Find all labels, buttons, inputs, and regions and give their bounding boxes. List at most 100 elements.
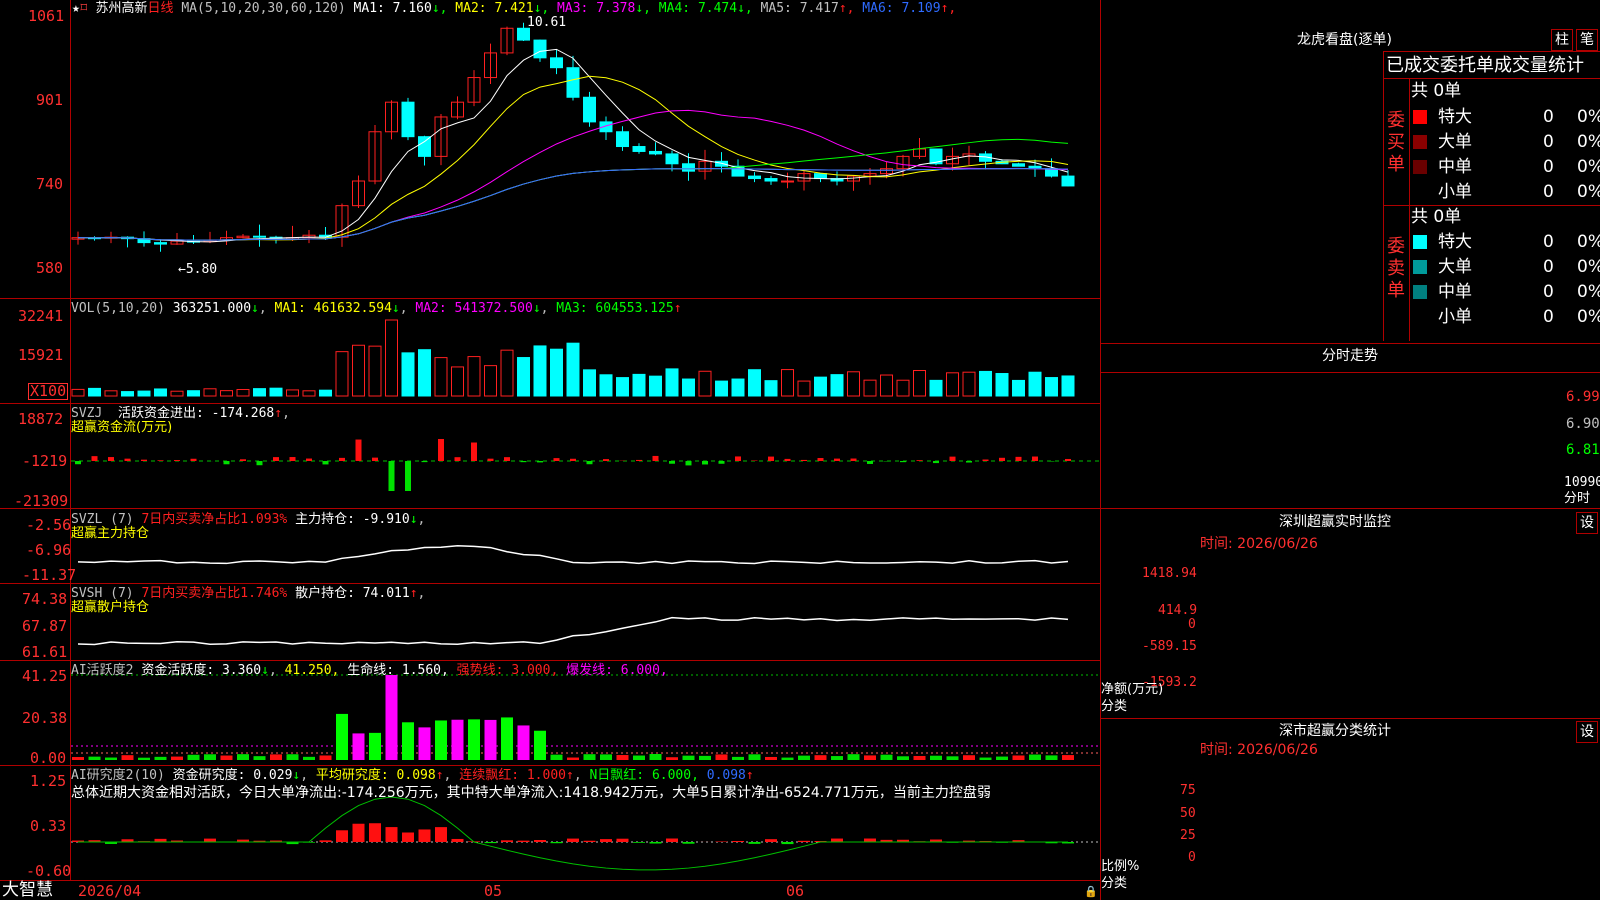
ai1-bar: [666, 757, 678, 760]
buy-row-count: 0: [1543, 107, 1554, 127]
candle-body: [764, 178, 778, 182]
sell-row-pct: 0%: [1577, 307, 1600, 327]
volume-bar: [335, 351, 349, 397]
svzj-bar: [372, 457, 378, 461]
svzj-bar: [91, 456, 98, 461]
ai1-bar: [781, 757, 794, 760]
ai1-bar: [1045, 755, 1058, 760]
ai2-bar: [435, 827, 447, 842]
lock-icon[interactable]: 🔒: [1084, 884, 1098, 899]
ai1-bar: [732, 756, 744, 760]
stat-tick-4: 0: [1188, 850, 1196, 865]
sell-row-count: 0: [1543, 257, 1554, 277]
volume-bar: [451, 366, 464, 397]
buy-row-count: 0: [1543, 182, 1554, 202]
ai1-bar: [88, 756, 101, 760]
ma-arrow-6: ↑,: [940, 1, 957, 16]
svzj-bar: [421, 461, 428, 463]
buy-row-count: 0: [1543, 132, 1554, 152]
svzj-bar: [355, 439, 362, 461]
candle-body: [550, 57, 563, 69]
volume-bar: [599, 374, 613, 397]
stat-tick-1: 75: [1180, 783, 1196, 798]
ai1-bar: [303, 756, 315, 760]
volume-bar: [995, 373, 1009, 397]
order-table-title: 已成交委托单成交量统计: [1386, 55, 1584, 76]
candle-body: [253, 235, 266, 238]
volume-bar: [71, 388, 85, 397]
svzj-bar: [157, 460, 164, 461]
svzj-bar: [834, 458, 840, 461]
buy-swatch-4: [1413, 185, 1427, 199]
volume-bar: [418, 349, 431, 397]
ai2-bar: [715, 841, 728, 842]
svzj-bar: [570, 458, 576, 461]
svzj-bar: [817, 458, 824, 461]
tick-mode-button[interactable]: 笔: [1576, 29, 1598, 51]
price-tick-1: 1061: [28, 7, 65, 25]
ai2-bar: [864, 838, 876, 842]
buy-row-pct: 0%: [1577, 107, 1600, 127]
svzj-bar: [900, 461, 906, 463]
ai1-bar: [484, 719, 497, 760]
ai1-bar: [963, 755, 975, 760]
volume-bar: [1045, 377, 1058, 397]
volume-bar: [203, 388, 217, 397]
volume-bar: [187, 390, 200, 397]
buy-row-name: 小单: [1438, 182, 1472, 202]
ai2-bar: [550, 842, 563, 844]
ma-arrow-5: ↑,: [838, 1, 855, 16]
ai2-bar: [666, 838, 678, 842]
buy-row-pct: 0%: [1577, 157, 1600, 177]
ai1-bar: [171, 756, 183, 760]
svzj-bar: [174, 460, 180, 461]
ai1-header: AI活跃度2 资金活跃度: 3.360↓, 41.250, 生命线: 1.560…: [71, 663, 668, 678]
ma-value-5: MA5: 7.417: [752, 1, 839, 16]
ai1-bar: [633, 755, 645, 760]
svzj-bar: [504, 457, 510, 461]
stat-settings-button[interactable]: 设: [1576, 721, 1598, 743]
svzj-sub: 超赢资金流(万元): [71, 420, 173, 435]
volume-bar: [533, 345, 547, 397]
ai1-bar: [996, 756, 1008, 760]
ai1-bar: [682, 755, 695, 760]
ai1-bar: [385, 675, 398, 760]
volume-bar: [847, 371, 860, 397]
svzj-bar: [685, 461, 692, 466]
candle-body: [1012, 163, 1025, 167]
ai1-bar: [814, 755, 827, 760]
volume-bar: [863, 379, 877, 397]
volume-bar: [220, 390, 233, 397]
volume-bar: [104, 390, 118, 397]
volume-bar: [368, 345, 382, 397]
ai1-bar: [600, 754, 612, 760]
period-label[interactable]: 日线: [148, 1, 174, 16]
table-line-1: [1383, 78, 1600, 79]
ai2-bar: [369, 823, 381, 842]
volume-bar: [1061, 375, 1075, 397]
svzj-bar: [124, 458, 131, 461]
svzj-bar: [108, 457, 114, 461]
monitor-time: 时间: 2026/06/26: [1200, 536, 1318, 552]
stock-name[interactable]: 苏州高新: [95, 1, 147, 16]
ai1-bar: [336, 713, 348, 760]
svzj-bar: [982, 459, 989, 461]
svsh-tick-2: 67.87: [22, 617, 68, 635]
monitor-settings-button[interactable]: 设: [1576, 512, 1598, 534]
ai1-bar: [121, 755, 134, 760]
fenshi-line-bottom: [1100, 508, 1600, 509]
ai1-bar: [270, 754, 282, 760]
ai1-bar: [748, 754, 761, 760]
buy-side-label: 委买单: [1387, 110, 1405, 175]
volume-bar: [946, 372, 959, 397]
volume-bar: [286, 389, 299, 397]
ai2-bar: [583, 840, 596, 842]
svsh-tick-3: 61.61: [22, 643, 68, 661]
buy-total: 共 0单: [1411, 81, 1462, 101]
svzj-bar: [438, 438, 444, 461]
ai1-bar: [1062, 755, 1074, 760]
ai2-bar: [633, 842, 645, 843]
ai1-bar: [154, 756, 167, 760]
svzl-sub: 超赢主力持仓: [71, 526, 150, 541]
bar-mode-button[interactable]: 柱: [1551, 29, 1573, 51]
